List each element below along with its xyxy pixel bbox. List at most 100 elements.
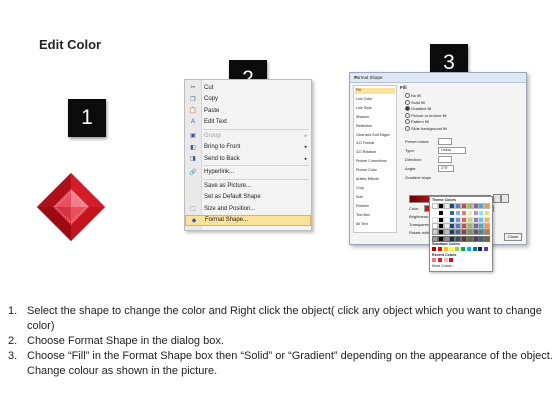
chevron-right-icon: ▸ (304, 155, 308, 162)
category-line-color[interactable]: Line Color (356, 97, 372, 103)
direction-dropdown[interactable] (438, 156, 452, 163)
category-size[interactable]: Size (356, 195, 363, 201)
dialog-category-list: Fill Line Color Line Style Shadow Reflection… (353, 85, 397, 233)
size-icon: ⬚ (190, 206, 196, 212)
fill-option-pattern-fill[interactable]: Pattern fill (405, 119, 429, 125)
category-fill[interactable]: Fill (355, 88, 395, 94)
standard-color-swatch[interactable] (478, 247, 483, 251)
instruction-text: Choose “Fill” in the Format Shape box th… (27, 350, 553, 377)
standard-color-swatch[interactable] (437, 247, 442, 251)
menu-item-label: Save as Picture... (204, 182, 252, 189)
fill-option-label: Gradient fill (411, 106, 432, 111)
standard-color-swatch[interactable] (443, 247, 448, 251)
color-label: Color (409, 206, 419, 211)
menu-item-bring-to-front[interactable]: ◧ Bring to Front ▸ (185, 142, 311, 153)
angle-input[interactable]: 270° (438, 165, 454, 172)
recent-color-swatch[interactable] (443, 258, 448, 262)
menu-item-edit-text[interactable]: A Edit Text (185, 117, 311, 128)
paste-icon: 📋 (189, 108, 197, 114)
color-swatch[interactable] (484, 235, 491, 242)
category-picture-color[interactable]: Picture Color (356, 168, 377, 174)
radio-icon (405, 106, 410, 112)
menu-item-label: Send to Back (204, 155, 240, 162)
format-shape-icon: ◆ (191, 217, 197, 224)
color-swatch[interactable] (484, 222, 491, 229)
standard-color-swatch[interactable] (461, 247, 465, 251)
menu-item-label: Group (204, 132, 221, 139)
color-swatch[interactable] (484, 210, 491, 217)
category-artistic-effects[interactable]: Artistic Effects (356, 177, 379, 183)
menu-item-group[interactable]: ▣ Group ▸ (185, 130, 311, 141)
angle-value: 270° (441, 166, 449, 170)
dialog-title-bar: Format Shape ✕ (350, 73, 526, 83)
close-icon[interactable]: ✕ (354, 75, 523, 81)
fill-option-label: Solid fill (411, 99, 425, 105)
radio-icon (405, 119, 410, 125)
bring-front-icon: ◧ (190, 144, 196, 151)
fill-option-picture-or-texture-fill[interactable]: Picture or texture fill (405, 113, 446, 118)
standard-color-swatch[interactable] (466, 247, 471, 251)
standard-color-swatch[interactable] (455, 247, 460, 251)
menu-item-set-as-default-shape[interactable]: Set as Default Shape (185, 192, 311, 203)
close-button[interactable]: Close (504, 233, 522, 241)
fill-option-gradient-fill[interactable]: Gradient fill (405, 106, 432, 112)
standard-colors-label: Standard Colors (432, 242, 460, 246)
menu-item-label: Bring to Front (204, 144, 241, 150)
step-1-badge: 1 (68, 99, 106, 137)
standard-color-swatch[interactable] (449, 247, 454, 251)
color-swatch[interactable] (484, 216, 491, 223)
copy-icon: ❐ (190, 96, 196, 103)
remove-stop-button[interactable] (501, 194, 509, 203)
category-crop[interactable]: Crop (356, 186, 364, 192)
brightness-label: Brightness: (409, 214, 430, 219)
fill-heading: Fill (400, 85, 407, 90)
menu-item-send-to-back[interactable]: ◨ Send to Back ▸ (185, 153, 311, 164)
fill-option-label: No fill (411, 93, 422, 98)
color-swatch[interactable] (484, 229, 491, 236)
angle-label: Angle: (405, 166, 417, 171)
instruction-item: 1. Select the shape to change the color … (8, 304, 556, 334)
recent-color-swatch[interactable] (437, 258, 442, 262)
more-colors-link[interactable]: More Colors... (432, 264, 455, 268)
add-stop-button[interactable] (493, 194, 501, 203)
type-label: Type: (405, 148, 415, 153)
category-line-style[interactable]: Line Style (356, 106, 372, 112)
menu-item-paste[interactable]: 📋 Paste (185, 105, 311, 116)
fill-option-no-fill[interactable]: No fill (405, 93, 422, 99)
menu-item-copy[interactable]: ❐ Copy (185, 94, 311, 105)
standard-color-swatch[interactable] (472, 247, 477, 251)
menu-item-label: Paste (204, 107, 220, 114)
category-reflection[interactable]: Reflection (356, 124, 372, 130)
menu-item-cut[interactable]: ✂ Cut (185, 82, 311, 93)
category-position[interactable]: Position (356, 204, 369, 210)
color-swatch[interactable] (484, 203, 491, 209)
instruction-number: 3. (8, 350, 18, 362)
radio-icon (405, 112, 410, 118)
type-select[interactable]: Linear (438, 147, 466, 154)
menu-item-label: Format Shape... (205, 217, 249, 223)
recent-color-swatch[interactable] (449, 258, 454, 262)
category-shadow[interactable]: Shadow (356, 115, 369, 121)
fill-option-slide-background-fill[interactable]: Slide background fill (405, 126, 447, 131)
menu-item-label: Cut (204, 84, 214, 91)
theme-colors-label: Theme Colors (432, 198, 456, 202)
red-diamond-shape[interactable] (36, 172, 106, 242)
menu-item-format-shape[interactable]: ◆ Format Shape... (185, 214, 311, 226)
category-text-box[interactable]: Text Box (356, 213, 370, 219)
fill-option-solid-fill[interactable]: Solid fill (405, 100, 425, 105)
menu-item-hyperlink[interactable]: 🔗 Hyperlink... (185, 167, 311, 178)
preset-colors-dropdown[interactable] (438, 138, 452, 145)
menu-item-label: Set as Default Shape (204, 194, 261, 200)
menu-item-save-as-picture[interactable]: Save as Picture... (185, 180, 311, 191)
category-glow-and-soft-edges[interactable]: Glow and Soft Edges (356, 133, 390, 139)
standard-color-swatch[interactable] (432, 247, 436, 251)
menu-item-size-and-position[interactable]: ⬚ Size and Position... (185, 203, 311, 214)
standard-color-swatch[interactable] (484, 247, 489, 251)
category-alt-text[interactable]: Alt Text (356, 222, 368, 228)
category-picture-corrections[interactable]: Picture Corrections (356, 159, 387, 165)
instruction-text: Choose Format Shape in the dialog box. (27, 335, 224, 347)
menu-item-label: Size and Position... (204, 205, 256, 212)
category-3-d-rotation[interactable]: 3-D Rotation (356, 150, 376, 156)
recent-color-swatch[interactable] (432, 258, 436, 262)
category-3-d-format[interactable]: 3-D Format (356, 141, 374, 147)
